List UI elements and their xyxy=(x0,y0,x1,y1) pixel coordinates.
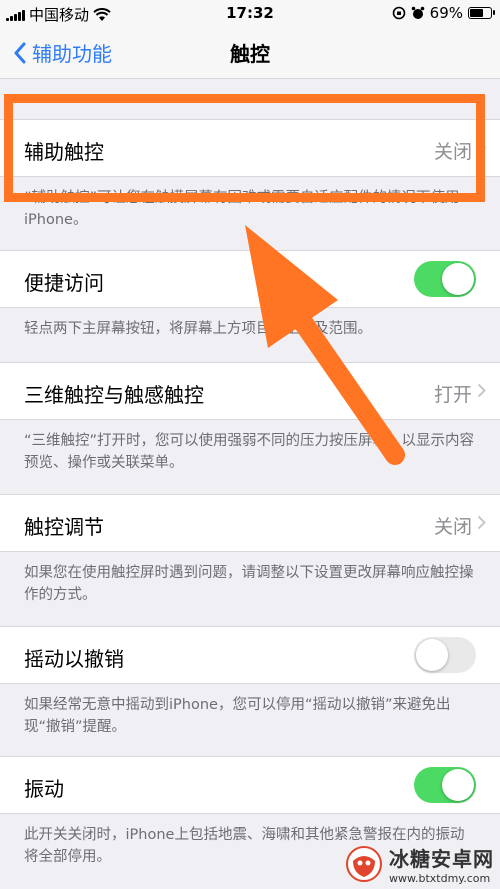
navigation-bar: 辅助功能 触控 xyxy=(0,26,500,79)
row-value: 关闭 xyxy=(433,516,472,538)
battery-icon xyxy=(468,7,495,19)
page-title: 触控 xyxy=(230,42,270,66)
annotation-highlight-box xyxy=(4,94,485,202)
row-label: 摇动以撤销 xyxy=(24,647,124,671)
shake-to-undo-row: 摇动以撤销 xyxy=(0,626,500,684)
row-label: 振动 xyxy=(24,777,64,801)
section-footer: “三维触控”打开时，您可以使用强弱不同的压力按压屏幕，以显示内容预览、操作或关联… xyxy=(24,433,475,471)
section-reachability: 便捷访问 轻点两下主屏幕按钮，将屏幕上方项目移至可及范围。 xyxy=(0,250,500,340)
chevron-right-icon xyxy=(477,515,486,530)
watermark-logo-icon xyxy=(346,846,382,882)
row-value: 打开 xyxy=(433,384,472,406)
row-label: 触控调节 xyxy=(24,515,104,539)
orientation-lock-icon xyxy=(392,6,405,20)
shake-to-undo-toggle[interactable] xyxy=(414,637,476,673)
section-footer: 如果经常无意中摇动到iPhone，您可以停用“摇动以撤销”来避免出现“撤销”提醒… xyxy=(24,697,451,735)
status-right: 69% xyxy=(392,4,495,22)
vibration-row: 振动 xyxy=(0,756,500,814)
vibration-toggle[interactable] xyxy=(414,767,476,803)
row-label: 便捷访问 xyxy=(24,271,104,295)
section-footer: 如果您在使用触控屏时遇到问题，请调整以下设置更改屏幕响应触控操作的方式。 xyxy=(24,565,474,603)
chevron-right-icon xyxy=(477,383,486,398)
watermark: 冰糖安卓网 www.btxtdmy.com xyxy=(345,843,494,885)
battery-percent: 69% xyxy=(429,4,463,22)
section-footer: 轻点两下主屏幕按钮，将屏幕上方项目移至可及范围。 xyxy=(24,321,372,337)
section-3d-touch: 三维触控与触感触控 打开 “三维触控”打开时，您可以使用强弱不同的压力按压屏幕，… xyxy=(0,362,500,474)
alarm-icon xyxy=(411,6,424,19)
section-touch-accommodations: 触控调节 关闭 如果您在使用触控屏时遇到问题，请调整以下设置更改屏幕响应触控操作… xyxy=(0,494,500,606)
status-bar: 中国移动 17:32 69% xyxy=(0,0,500,26)
reachability-toggle[interactable] xyxy=(414,261,476,297)
touch-accommodations-row[interactable]: 触控调节 关闭 xyxy=(0,494,500,552)
section-shake-to-undo: 摇动以撤销 如果经常无意中摇动到iPhone，您可以停用“摇动以撤销”来避免出现… xyxy=(0,626,500,738)
watermark-title: 冰糖安卓网 xyxy=(389,847,494,871)
watermark-url: www.btxtdmy.com xyxy=(389,872,491,885)
row-label: 三维触控与触感触控 xyxy=(24,383,204,407)
3d-touch-row[interactable]: 三维触控与触感触控 打开 xyxy=(0,362,500,420)
reachability-row: 便捷访问 xyxy=(0,250,500,308)
